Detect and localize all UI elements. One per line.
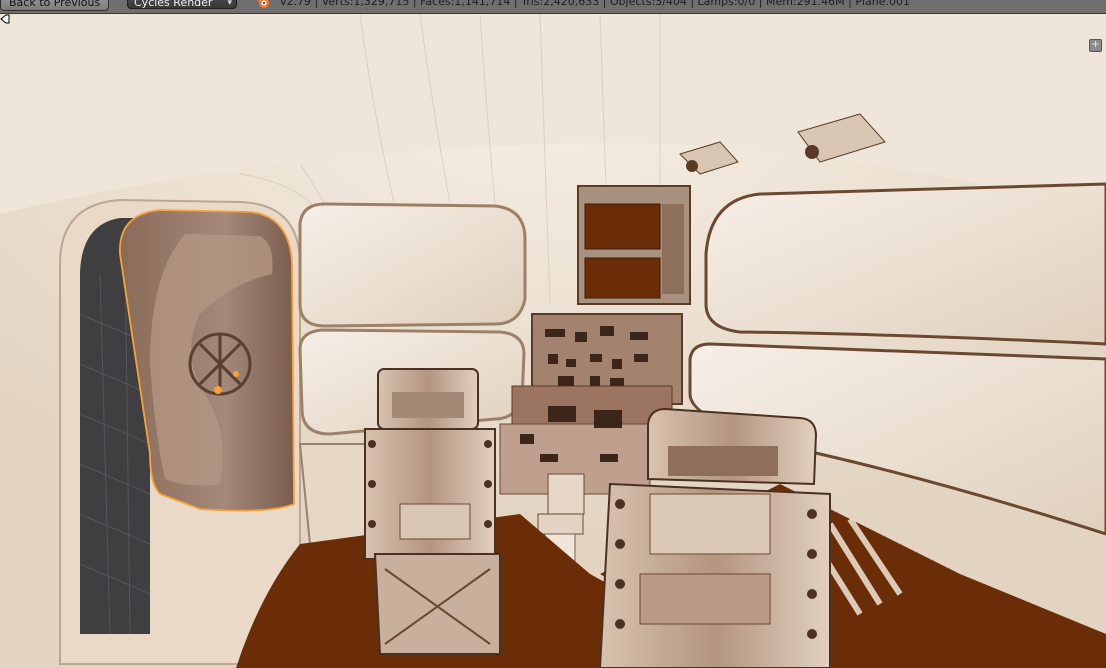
3d-viewport[interactable]: + [0,14,1106,668]
render-engine-dropdown[interactable]: Cycles Render ▾ [127,0,237,9]
render-engine-label: Cycles Render [134,0,213,9]
chevron-down-icon: ▾ [227,0,232,8]
mouse-cursor-icon [0,14,10,24]
back-to-previous-button[interactable]: Back to Previous [0,0,110,11]
overhead-monitors [577,185,691,305]
viewport-header: Back to Previous Cycles Render ▾ v2.79 |… [0,0,1106,14]
viewport-split-widget[interactable]: + [1089,39,1102,52]
scene-statistics: v2.79 | Verts:1,329,715 | Faces:1,141,71… [280,0,910,8]
blender-logo-icon [257,0,269,8]
cockpit-render [0,14,1106,668]
